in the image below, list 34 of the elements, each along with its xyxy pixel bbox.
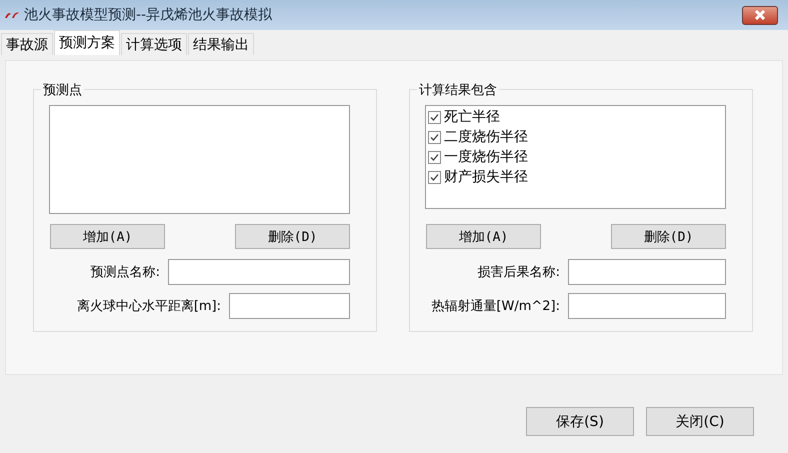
tab[interactable]: 预测方案 bbox=[54, 30, 120, 55]
field-label: 离火球中心水平距离[m]: bbox=[76, 298, 221, 315]
save-button[interactable]: 保存(S) bbox=[526, 407, 634, 436]
close-button[interactable] bbox=[742, 6, 778, 24]
checkbox[interactable] bbox=[428, 130, 441, 144]
checkbox-label: 二度烧伤半径 bbox=[444, 128, 528, 146]
field-label: 预测点名称: bbox=[90, 264, 160, 281]
checkbox[interactable] bbox=[428, 170, 441, 184]
field-label: 损害后果名称: bbox=[478, 264, 560, 281]
input-field[interactable] bbox=[229, 293, 350, 319]
list-box[interactable]: 死亡半径 二度烧伤半径 一度烧伤半径 财产损失半径 bbox=[425, 105, 726, 209]
checkbox[interactable] bbox=[428, 150, 441, 164]
checkbox-label: 一度烧伤半径 bbox=[444, 148, 528, 166]
window-title: 池火事故模型预测--异戊烯池火事故模拟 bbox=[24, 6, 274, 24]
field-label: 热辐射通量[W/m^2]: bbox=[431, 298, 560, 315]
tab[interactable]: 计算选项 bbox=[121, 33, 187, 55]
close-icon bbox=[753, 10, 767, 20]
input-field[interactable] bbox=[568, 259, 726, 285]
input-field[interactable] bbox=[568, 293, 726, 319]
delete-button[interactable]: 删除(D) bbox=[235, 224, 350, 249]
checkbox[interactable] bbox=[428, 110, 441, 124]
close-button[interactable]: 关闭(C) bbox=[646, 407, 754, 436]
list-box[interactable] bbox=[49, 105, 350, 214]
delete-button[interactable]: 删除(D) bbox=[611, 224, 726, 249]
input-field[interactable] bbox=[168, 259, 350, 285]
group-title: 计算结果包含 bbox=[417, 81, 499, 99]
add-button[interactable]: 增加(A) bbox=[426, 224, 541, 249]
group-title: 预测点 bbox=[41, 81, 84, 99]
tab[interactable]: 事故源 bbox=[1, 33, 53, 55]
app-icon bbox=[4, 10, 20, 20]
tab[interactable]: 结果输出 bbox=[188, 33, 254, 55]
add-button[interactable]: 增加(A) bbox=[50, 224, 165, 249]
checkbox-label: 死亡半径 bbox=[444, 108, 500, 126]
checkbox-label: 财产损失半径 bbox=[444, 168, 528, 186]
